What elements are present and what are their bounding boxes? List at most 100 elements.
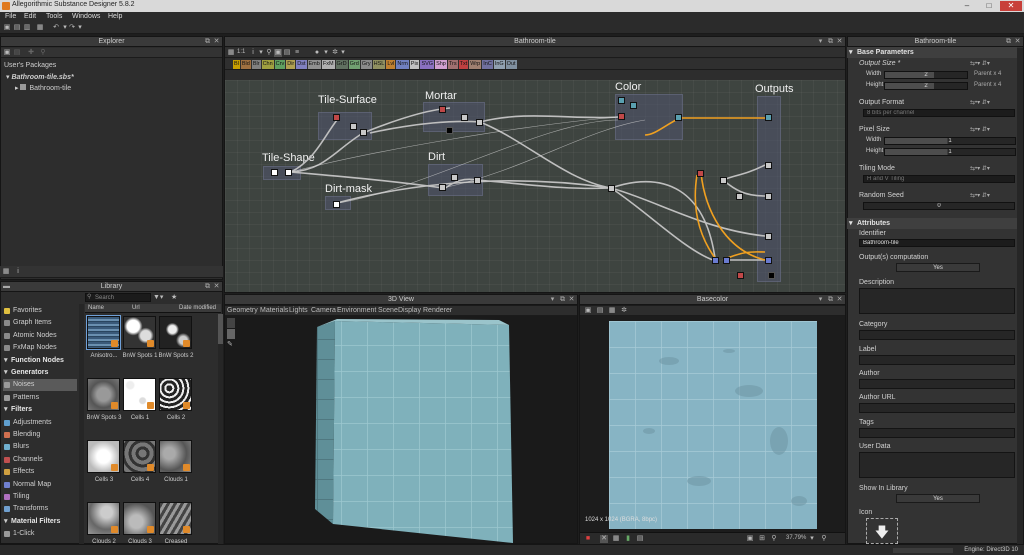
output-normal[interactable] [765,162,772,169]
node-tile-shape-in[interactable] [271,169,278,176]
library-item-clouds1[interactable] [159,440,192,473]
tags-input[interactable] [859,428,1015,438]
library-item-clouds3[interactable] [123,502,156,535]
menu-file[interactable]: File [5,13,16,20]
param-controls-icon[interactable]: ⇆•▾ ⇵▾ [970,126,990,133]
view3d-tool-2-icon[interactable] [227,329,235,339]
section-base-parameters[interactable]: ▾ Base Parameters [847,47,1017,58]
view3d-menu-icon[interactable]: ▾ [548,295,557,304]
atomic-node-lvl[interactable]: Lvl [386,60,396,69]
library-category-favorites[interactable]: Favorites [3,305,77,317]
select-icon[interactable]: ▣ [274,49,282,57]
view2d-tool-1-icon[interactable]: ▣ [584,307,592,315]
view3d-menu-environment[interactable]: Environment [337,307,376,314]
atomic-node-ing[interactable]: InG [493,60,505,69]
output-height[interactable] [765,257,772,264]
param-controls-icon[interactable]: ⇆•▾ ⇵▾ [970,192,990,199]
col-name[interactable]: Name [88,304,104,313]
description-input[interactable] [859,288,1015,314]
view3d-tool-3-icon[interactable]: ✎ [227,340,233,348]
node-color-out[interactable] [675,114,682,121]
node-height-a[interactable] [697,170,704,177]
node-dirt-b[interactable] [451,174,458,181]
library-category-transforms[interactable]: Transforms [3,503,77,515]
histogram-icon[interactable]: ▮ [624,535,632,543]
atomic-node-fxm[interactable]: FxM [321,60,335,69]
icon-drop-area[interactable]: 🡇 [866,518,898,544]
pixel-height-slider[interactable]: 1 [884,148,1016,156]
link-icon[interactable]: ⚲ [39,49,47,57]
node-height-b[interactable] [720,177,727,184]
library-category-patterns[interactable]: Patterns [3,392,77,404]
library-category-filters[interactable]: ▾ Filters [3,404,77,416]
library-category-graph-items[interactable]: Graph Items [3,317,77,329]
library-category-generators[interactable]: ▾ Generators [3,367,77,379]
node-height-e[interactable] [723,257,730,264]
preview-cube[interactable] [237,319,577,544]
explorer-float-icon[interactable]: ⧉ [203,37,212,46]
fit-view-icon[interactable]: ▣ [746,535,754,543]
output-height-slider[interactable]: 2 [884,82,968,90]
atomic-node-pix[interactable]: Pix [409,60,420,69]
library-category-tiling[interactable]: Tiling [3,491,77,503]
view3d-menu-lights[interactable]: Lights [289,307,308,314]
tree-graph[interactable]: ▸ Bathroom-tile [15,84,71,92]
properties-scrollbar[interactable] [1017,48,1023,544]
new-package-icon[interactable]: ▣ [3,49,11,57]
node-blend[interactable] [608,185,615,192]
node-height-d[interactable] [712,257,719,264]
add-resource-icon[interactable]: ✚ [27,49,35,57]
atomic-node-txt[interactable]: Txt [458,60,469,69]
graph-close-icon[interactable]: ✕ [835,37,844,46]
paint-icon[interactable]: ● [313,49,321,57]
library-item-cells2[interactable] [159,378,192,411]
minimize-button[interactable]: – [956,1,978,11]
output-basecolor[interactable] [765,114,772,121]
node-mortar-out[interactable] [476,119,483,126]
maximize-button[interactable]: □ [978,1,1000,11]
close-button[interactable]: ✕ [1000,1,1022,11]
basecolor-close-icon[interactable]: ✕ [835,295,844,304]
label-input[interactable] [859,355,1015,365]
atomic-node-trs[interactable]: Trs [447,60,458,69]
console-icon[interactable]: ▦ [2,268,10,276]
undo-icon[interactable]: ↶ [52,24,60,32]
menu-tools[interactable]: Tools [46,13,62,20]
properties-close-icon[interactable]: ✕ [1013,37,1022,46]
atomic-node-bld[interactable]: Bld [240,60,251,69]
tree-root[interactable]: User's Packages [4,62,56,69]
library-category-1-click[interactable]: 1-Click [3,528,77,540]
author-input[interactable] [859,379,1015,389]
graph-float-icon[interactable]: ⧉ [826,37,835,46]
node-mortar-c[interactable] [446,127,453,134]
view3d-menu-renderer[interactable]: Renderer [423,307,452,314]
graph-canvas[interactable]: Tile-Surface Mortar Color Outputs Tile-S… [225,80,845,292]
alpha-toggle-icon[interactable]: ▦ [612,535,620,543]
library-item-spots1[interactable] [123,316,156,349]
col-date[interactable]: Date modified [179,304,216,313]
library-close-icon[interactable]: ✕ [212,282,221,291]
atomic-node-inc[interactable]: InC [482,60,493,69]
library-category-normal-map[interactable]: Normal Map [3,479,77,491]
atomic-node-shp[interactable]: Shp [435,60,447,69]
library-category-noises[interactable]: Noises [3,379,77,392]
library-category-fxmap-nodes[interactable]: FxMap Nodes [3,342,77,354]
export-icon[interactable]: ▤ [636,535,644,543]
menu-help[interactable]: Help [108,13,122,20]
atomic-node-svg[interactable]: SVG [420,60,435,69]
library-category-blurs[interactable]: Blurs [3,441,77,453]
zoom-level[interactable]: 1:1 [237,49,245,55]
atomic-node-gry[interactable]: Gry [360,60,372,69]
node-tile-surface-b[interactable] [350,123,357,130]
library-category-effects[interactable]: Effects [3,466,77,478]
redo-icon[interactable]: ↷ [68,24,76,32]
library-category-atomic-nodes[interactable]: Atomic Nodes [3,330,77,342]
atomic-node-grd[interactable]: Grd [348,60,360,69]
node-mortar-b[interactable] [461,114,468,121]
view3d-menu-camera[interactable]: Camera [311,307,336,314]
basecolor-float-icon[interactable]: ⧉ [826,295,835,304]
menu-windows[interactable]: Windows [72,13,100,20]
magnify-icon[interactable]: ⚲ [265,49,273,57]
node-ao-a[interactable] [737,272,744,279]
open-package-icon[interactable]: ▤ [13,49,21,57]
